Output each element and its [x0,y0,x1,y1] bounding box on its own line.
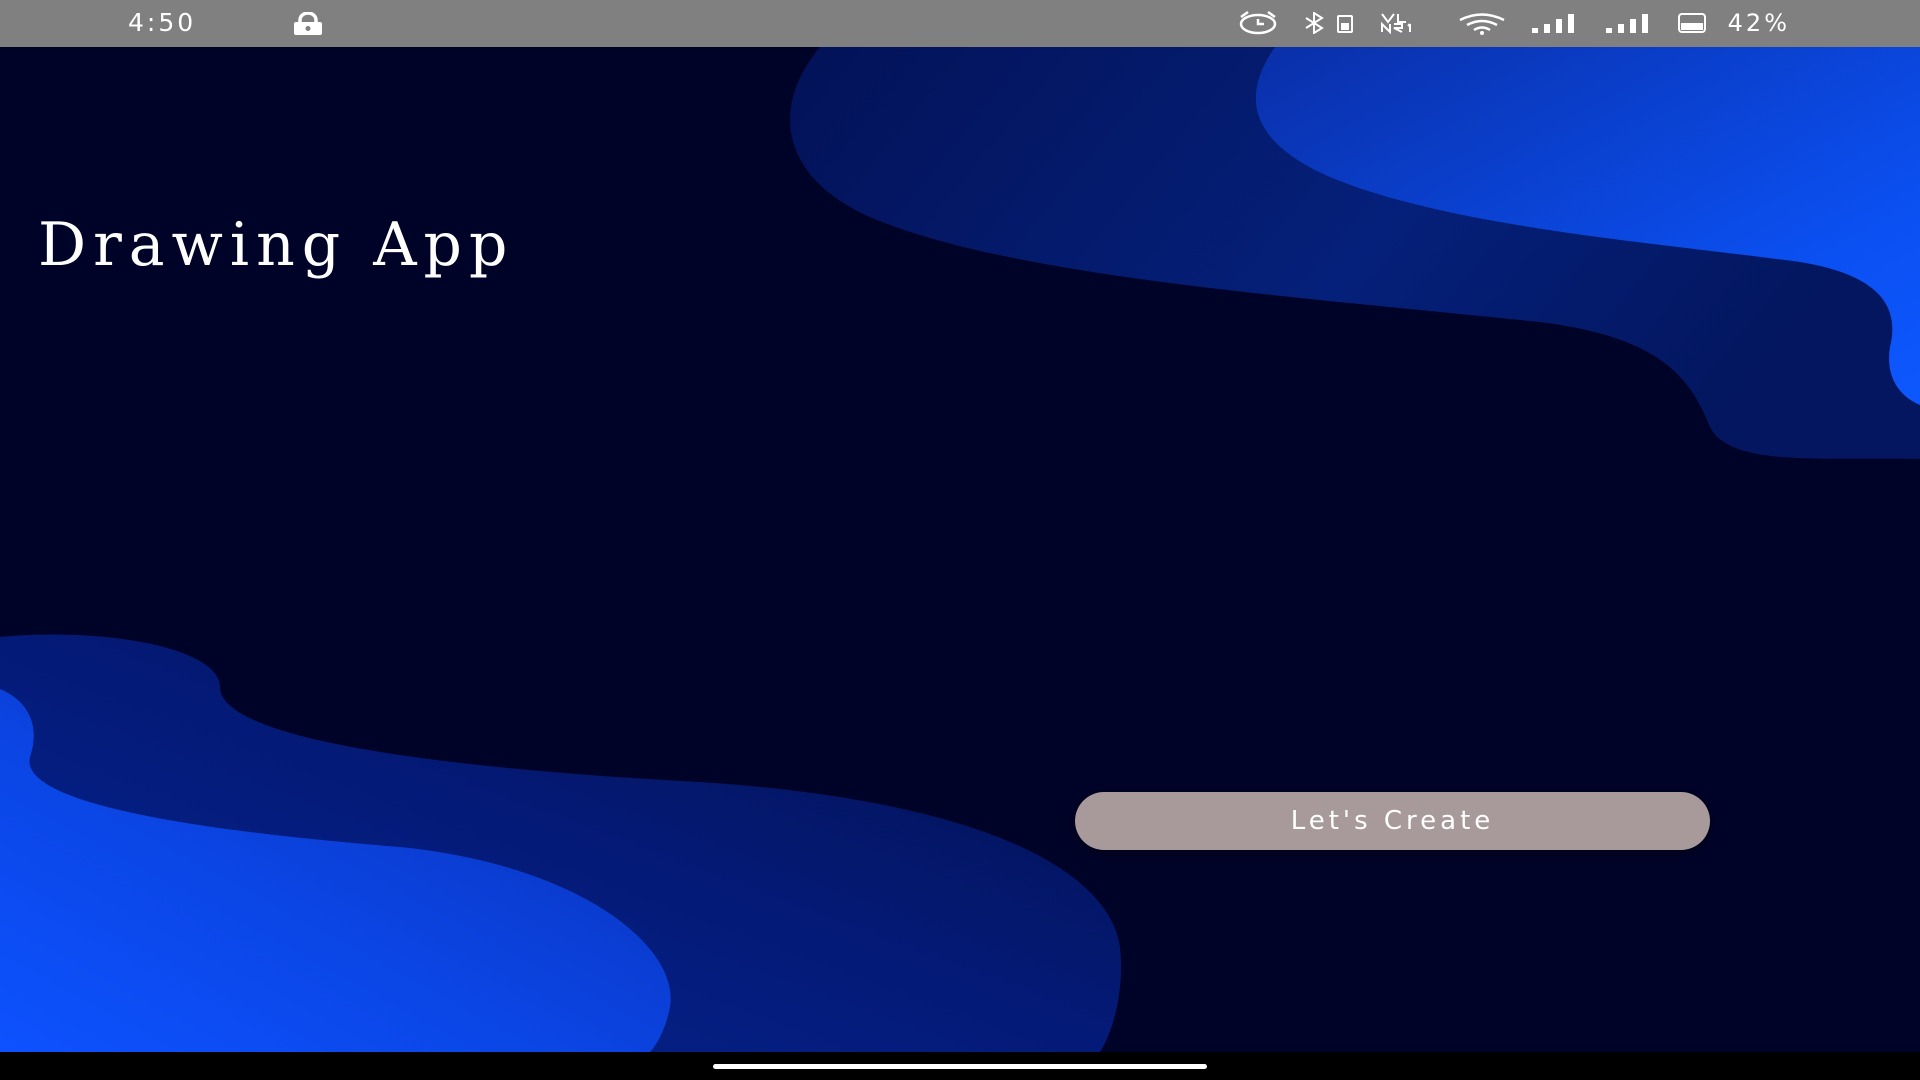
battery-percent: 42% [1727,9,1790,37]
status-bar: 4:50 42% [0,0,1920,47]
status-time: 4:50 [128,8,197,37]
wifi-icon [1459,13,1505,35]
battery-icon [1677,13,1706,33]
home-indicator[interactable] [713,1064,1207,1069]
lock-icon [294,12,322,35]
volte-icon [1380,13,1411,34]
signal-icon [1605,14,1648,33]
splash-screen: 4:50 42% Drawing App Let's Create [0,0,1920,1080]
signal-icon [1531,14,1574,33]
lets-create-button[interactable]: Let's Create [1075,792,1710,850]
bluetooth-icon [1305,12,1353,34]
app-title: Drawing App [38,210,515,280]
navigation-bar [0,1052,1920,1080]
status-icons: 42% [1236,6,1790,40]
alarm-icon [1239,11,1276,35]
background-waves [0,47,1920,1052]
